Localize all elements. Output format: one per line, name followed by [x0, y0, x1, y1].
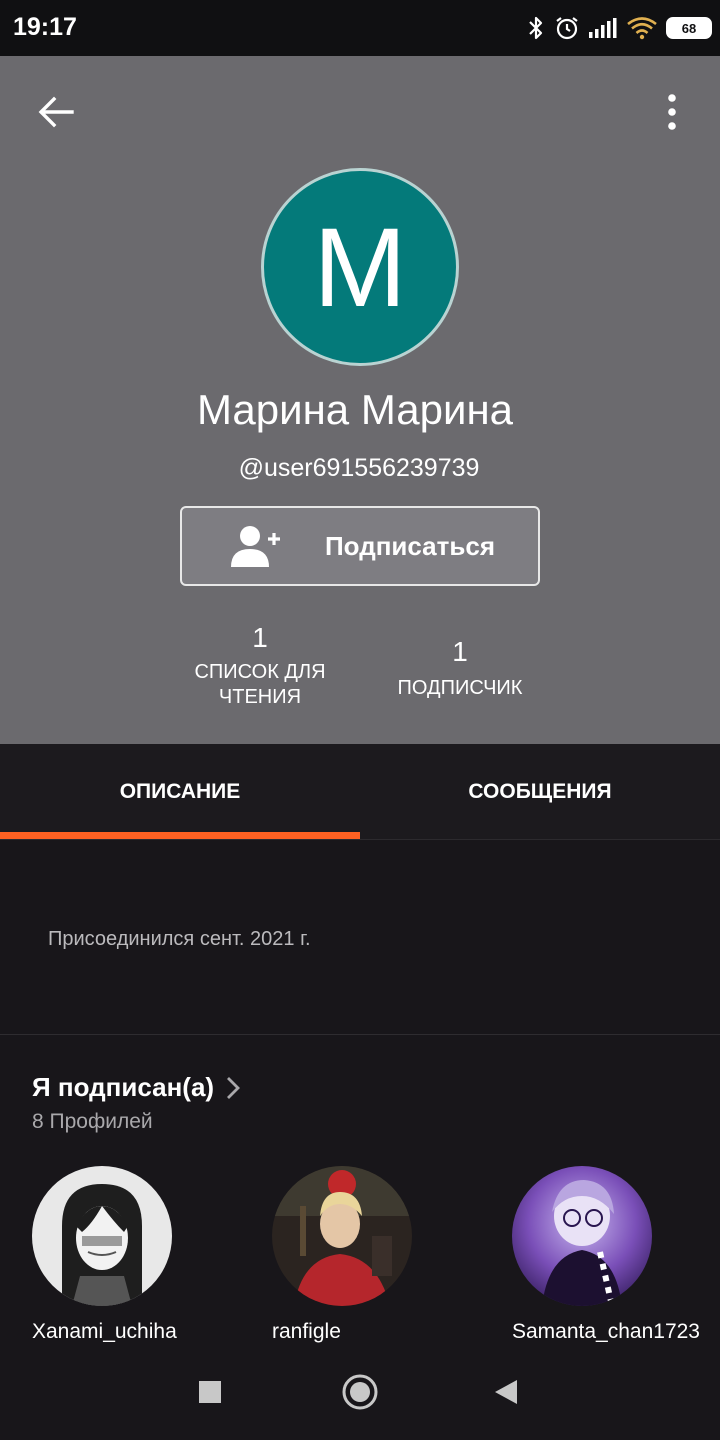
followed-profile[interactable]: ranfigle — [272, 1166, 492, 1344]
following-section-header[interactable]: Я подписан(а) — [32, 1072, 241, 1103]
followed-profile-username: ranfigle — [272, 1320, 341, 1343]
follow-button[interactable]: Подписаться — [180, 506, 540, 586]
followers-label: ПОДПИСЧИК — [397, 677, 523, 699]
followed-profile-username: Xanami_uchiha — [32, 1320, 177, 1343]
profile-header: M Марина Марина @user691556239739 Подпис… — [0, 56, 720, 744]
home-button[interactable] — [330, 1366, 390, 1418]
battery-level: 68 — [681, 20, 697, 36]
follow-button-label: Подписаться — [324, 530, 495, 561]
followed-profile-avatar — [272, 1166, 412, 1306]
profile-handle: @user691556239739 — [238, 454, 480, 482]
system-navigation-bar — [0, 1344, 720, 1440]
purple-anime-avatar-image — [512, 1166, 652, 1306]
system-back-button[interactable] — [476, 1366, 536, 1418]
status-bar: 19:17 68 — [0, 0, 720, 56]
tab-messages[interactable]: СООБЩЕНИЯ — [360, 744, 720, 840]
avatar-letter: M — [313, 204, 407, 330]
chevron-right-icon — [227, 1076, 241, 1099]
recents-button[interactable] — [180, 1366, 240, 1418]
more-options-button[interactable] — [652, 88, 692, 136]
followers-stat[interactable]: 1 ПОДПИСЧИК — [380, 636, 540, 701]
profile-tabs: ОПИСАНИЕ СООБЩЕНИЯ — [0, 744, 720, 840]
followed-profile-username: Samanta_chan1723 — [512, 1320, 700, 1343]
status-time: 19:17 — [13, 13, 77, 41]
battery-indicator: 68 — [666, 17, 712, 39]
active-tab-indicator — [0, 832, 360, 839]
bluetooth-icon — [529, 16, 543, 40]
following-title: Я подписан(а) — [32, 1072, 215, 1102]
more-vertical-icon — [668, 94, 676, 130]
wifi-icon — [627, 17, 657, 40]
followed-profile[interactable]: Samanta_chan1723 — [512, 1166, 720, 1344]
followed-profile-avatar — [32, 1166, 172, 1306]
circle-icon — [342, 1374, 378, 1410]
arrow-left-icon — [38, 96, 74, 128]
triangle-back-icon — [495, 1380, 517, 1404]
back-button[interactable] — [28, 88, 84, 136]
reading-lists-label-line2: ЧТЕНИЯ — [218, 686, 302, 708]
reading-lists-stat[interactable]: 1 СПИСОК ДЛЯ ЧТЕНИЯ — [180, 622, 340, 710]
tab-description[interactable]: ОПИСАНИЕ — [0, 744, 360, 840]
status-icons: 68 — [526, 10, 712, 46]
followed-profile[interactable]: Xanami_uchiha — [32, 1166, 252, 1344]
photo-avatar-image — [272, 1166, 412, 1306]
reading-lists-label-line1: СПИСОК ДЛЯ — [194, 661, 326, 683]
profile-name: Марина Марина — [196, 386, 514, 433]
square-icon — [199, 1381, 221, 1403]
signal-icon — [589, 18, 617, 38]
joined-date: Присоединился сент. 2021 г. — [48, 928, 311, 950]
anime-girl-avatar-image — [32, 1166, 172, 1306]
reading-lists-count: 1 — [252, 622, 268, 653]
divider — [0, 1034, 720, 1035]
profile-avatar: M — [261, 168, 459, 366]
followers-count: 1 — [452, 636, 468, 667]
alarm-icon — [556, 17, 578, 40]
following-count: 8 Профилей — [32, 1110, 153, 1133]
followed-profile-avatar — [512, 1166, 652, 1306]
